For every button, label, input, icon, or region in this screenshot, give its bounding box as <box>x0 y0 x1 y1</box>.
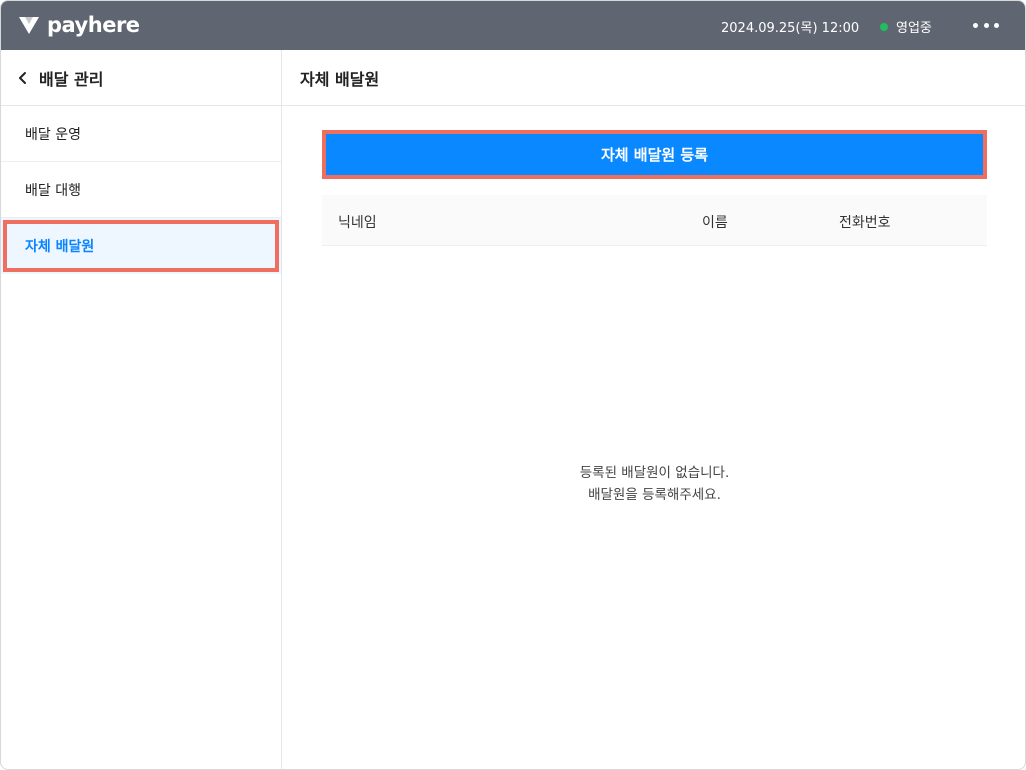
brand-name: payhere <box>47 13 140 37</box>
page-title: 자체 배달원 <box>300 69 380 89</box>
sidebar-item-label: 배달 대행 <box>25 182 81 199</box>
chevron-left-icon <box>19 71 26 84</box>
register-rider-button[interactable]: 자체 배달원 등록 <box>322 130 987 179</box>
app-window: payhere 2024.09.25(목) 12:00 영업중 배달 관리 배달… <box>0 0 1026 770</box>
sidebar-item-label: 자체 배달원 <box>25 239 95 255</box>
sidebar-item-delivery-operation[interactable]: 배달 운영 <box>1 106 281 162</box>
column-header-nickname: 닉네임 <box>338 215 377 231</box>
main-header: 자체 배달원 <box>282 50 1025 106</box>
sidebar-item-own-riders[interactable]: 자체 배달원 <box>1 218 281 274</box>
payhere-logo-icon <box>19 17 39 34</box>
sidebar: 배달 관리 배달 운영 배달 대행 자체 배달원 <box>1 50 282 769</box>
sidebar-title: 배달 관리 <box>39 69 104 89</box>
more-horizontal-icon <box>994 22 999 28</box>
empty-state-line: 등록된 배달원이 없습니다. <box>579 465 730 481</box>
column-header-phone: 전화번호 <box>839 215 891 231</box>
more-horizontal-icon <box>983 22 989 28</box>
status-label: 영업중 <box>896 21 932 36</box>
more-options-button[interactable] <box>973 15 999 35</box>
table-header: 닉네임 이름 전화번호 <box>322 195 987 246</box>
empty-state-line: 배달원을 등록해주세요. <box>588 487 721 503</box>
store-status: 영업중 <box>880 17 932 36</box>
more-horizontal-icon <box>973 22 978 28</box>
current-datetime: 2024.09.25(목) 12:00 <box>721 21 860 36</box>
main-content: 자체 배달원 자체 배달원 등록 닉네임 이름 전화번호 등록된 배달원이 없습… <box>282 50 1025 769</box>
sidebar-item-delivery-agency[interactable]: 배달 대행 <box>1 162 281 218</box>
back-button[interactable]: 배달 관리 <box>1 50 281 106</box>
sidebar-item-label: 배달 운영 <box>25 126 81 143</box>
column-header-name: 이름 <box>702 215 728 231</box>
brand-logo: payhere <box>18 12 140 38</box>
empty-state-message: 등록된 배달원이 없습니다. 배달원을 등록해주세요. <box>322 462 987 506</box>
top-bar: payhere 2024.09.25(목) 12:00 영업중 <box>1 1 1025 50</box>
status-dot-icon <box>880 22 888 31</box>
